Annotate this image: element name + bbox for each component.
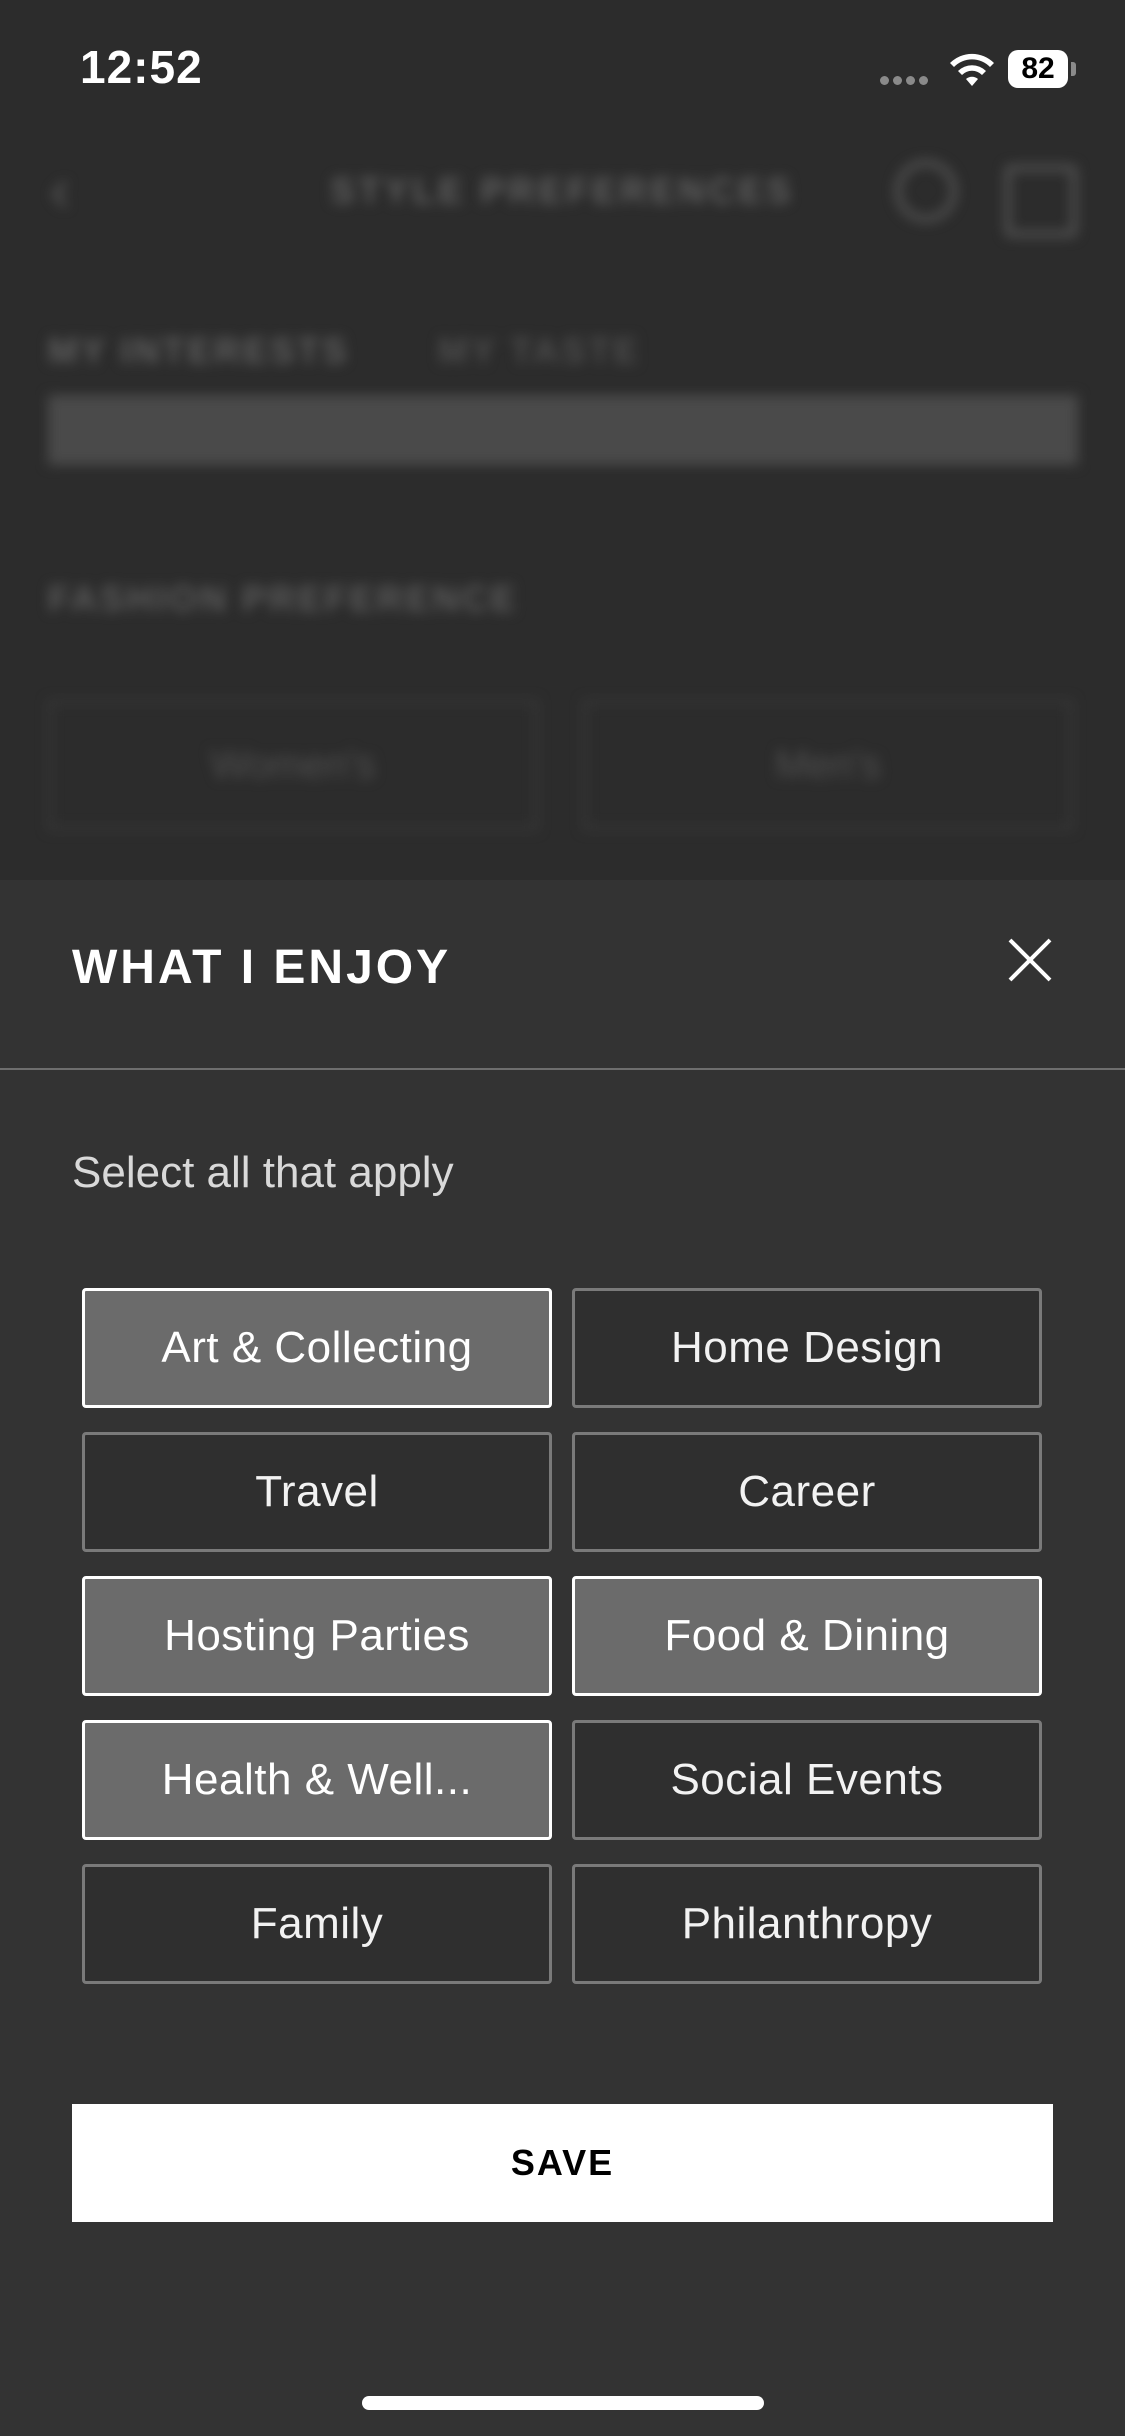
option-social-events[interactable]: Social Events	[572, 1720, 1042, 1840]
tab-my-taste: MY TASTE	[438, 330, 641, 371]
option-travel[interactable]: Travel	[82, 1432, 552, 1552]
option-family[interactable]: Family	[82, 1864, 552, 1984]
cellular-signal-icon	[880, 72, 936, 85]
what-i-enjoy-sheet: WHAT I ENJOY Select all that apply Art &…	[0, 880, 1125, 2436]
background-section-title: FASHION PREFERENCE	[48, 578, 519, 619]
option-philanthropy[interactable]: Philanthropy	[572, 1864, 1042, 1984]
option-career[interactable]: Career	[572, 1432, 1042, 1552]
background-tab-bar	[48, 395, 1078, 465]
sheet-title: WHAT I ENJOY	[72, 941, 452, 994]
sheet-subtitle: Select all that apply	[72, 1148, 454, 1197]
sheet-divider	[0, 1068, 1125, 1070]
battery-level: 82	[1008, 50, 1068, 88]
save-button[interactable]: SAVE	[72, 2104, 1053, 2222]
status-time: 12:52	[80, 41, 203, 93]
option-art-collecting[interactable]: Art & Collecting	[82, 1288, 552, 1408]
status-bar: 12:52 82	[0, 0, 1125, 140]
background-tabs: MY INTERESTS MY TASTE	[48, 330, 1078, 371]
home-indicator[interactable]	[362, 2396, 764, 2410]
background-men-button: Men's	[583, 700, 1073, 830]
close-button[interactable]	[1000, 930, 1060, 990]
background-header: ‹ STYLE PREFERENCES	[0, 140, 1125, 240]
option-food-dining[interactable]: Food & Dining	[572, 1576, 1042, 1696]
background-women-button: Women's	[48, 700, 538, 830]
close-icon	[1008, 938, 1052, 982]
search-icon	[895, 160, 957, 222]
option-hosting-parties[interactable]: Hosting Parties	[82, 1576, 552, 1696]
battery-icon: 82	[1008, 50, 1078, 88]
shopping-bag-icon	[1005, 165, 1077, 237]
option-health-wellness[interactable]: Health & Well...	[82, 1720, 552, 1840]
option-home-design[interactable]: Home Design	[572, 1288, 1042, 1408]
tab-my-interests: MY INTERESTS	[48, 330, 350, 371]
wifi-icon	[948, 50, 996, 90]
